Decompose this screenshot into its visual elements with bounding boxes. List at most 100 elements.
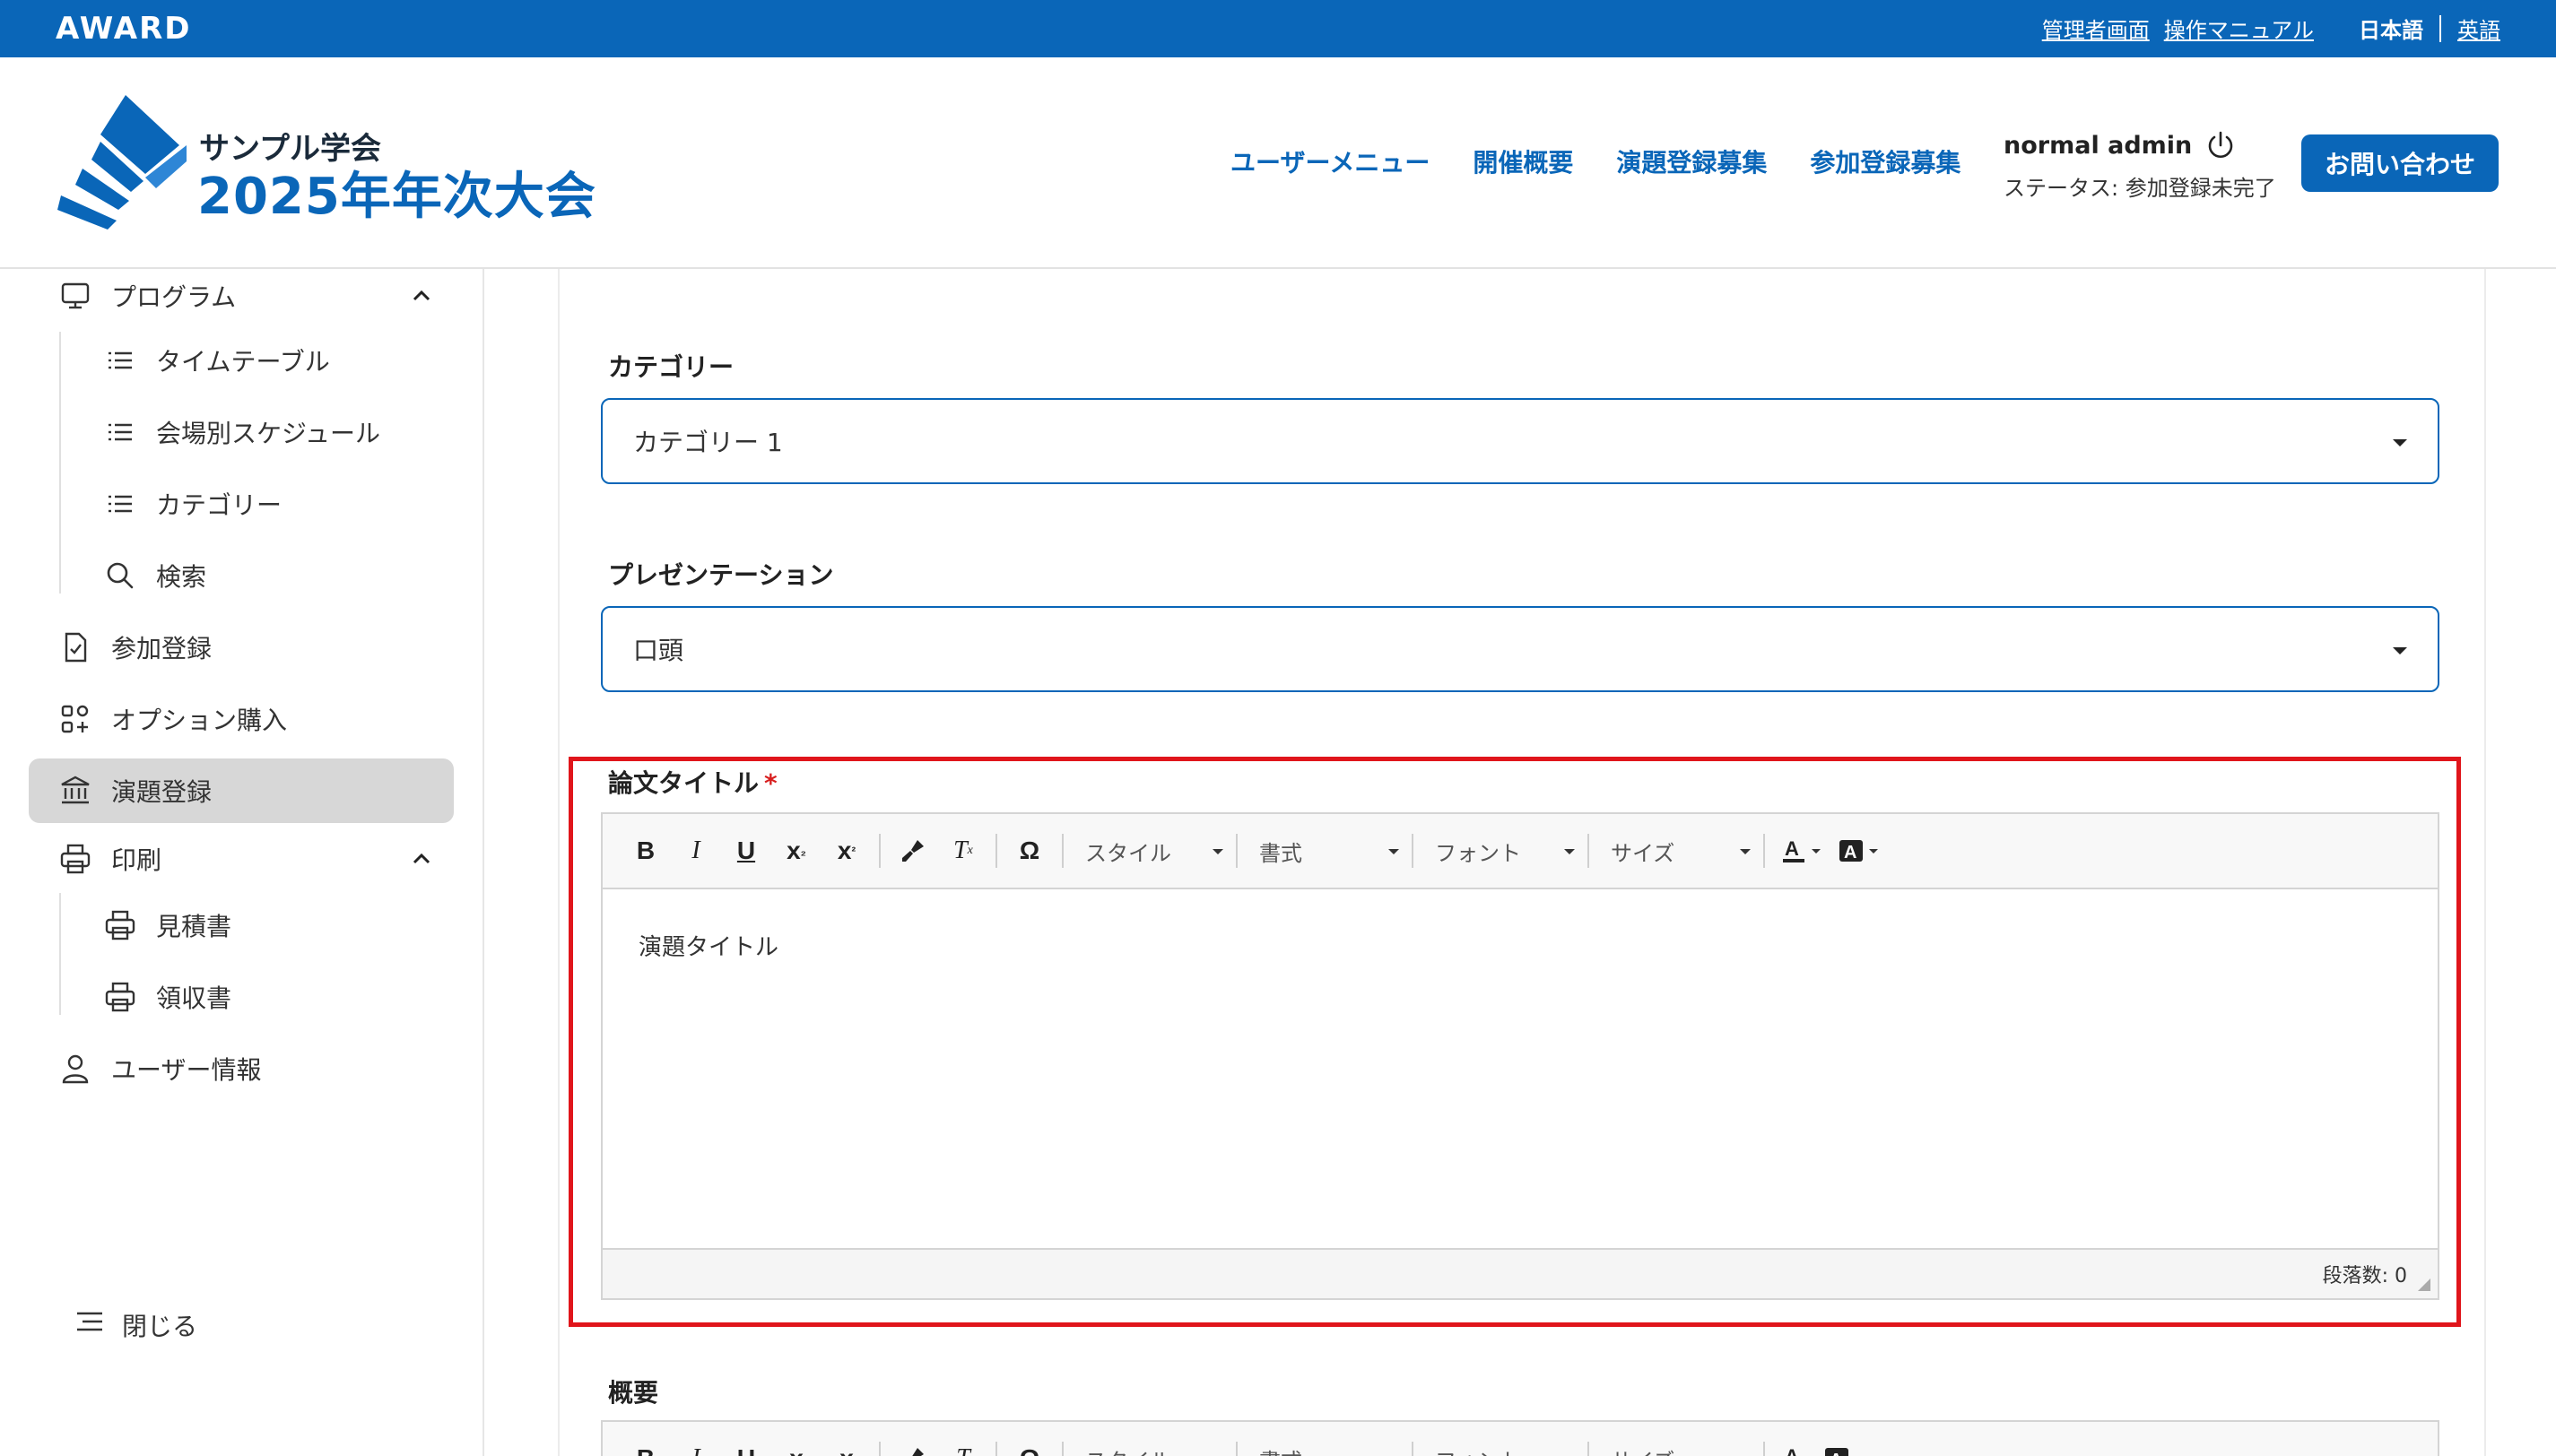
sidebar-item-user-info[interactable]: ユーザー情報 [29, 1036, 454, 1101]
sidebar-item-label: 領収書 [156, 984, 232, 1013]
sidebar-item-estimate[interactable]: 見積書 [29, 893, 454, 958]
toolbar-separator [1412, 1442, 1413, 1456]
superscript-button[interactable]: x² [822, 826, 872, 876]
document-check-icon [56, 628, 95, 667]
font-combo[interactable]: フォント [1421, 1434, 1580, 1456]
format-combo-label: 書式 [1259, 1443, 1302, 1456]
resize-grip-icon[interactable] [2416, 1277, 2430, 1291]
style-combo-label: スタイル [1085, 1443, 1171, 1456]
toolbar-separator [1236, 834, 1238, 868]
background-color-button[interactable]: A [1830, 826, 1887, 876]
format-painter-icon[interactable] [888, 1434, 938, 1456]
category-select[interactable]: カテゴリー 1 [601, 398, 2439, 484]
lang-ja[interactable]: 日本語 [2359, 13, 2423, 44]
remove-format-button[interactable]: T [938, 1434, 988, 1456]
user-icon [56, 1049, 95, 1088]
list-icon [100, 341, 140, 380]
nav-overview[interactable]: 開催概要 [1473, 143, 1573, 179]
title-editor-content[interactable]: 演題タイトル [603, 889, 2438, 1248]
sidebar-close-button[interactable]: 閉じる [74, 1305, 197, 1344]
sidebar-item-print[interactable]: 印刷 [29, 827, 454, 891]
special-character-omega-icon[interactable]: Ω [1004, 1434, 1055, 1456]
size-combo[interactable]: サイズ [1596, 826, 1756, 876]
manual-link[interactable]: 操作マニュアル [2164, 13, 2314, 44]
text-color-button[interactable]: A [1772, 826, 1830, 876]
nav-registration-call[interactable]: 参加登録募集 [1810, 143, 1960, 179]
toolbar-separator [1587, 1442, 1589, 1456]
superscript-button[interactable]: x [822, 1434, 872, 1456]
italic-button[interactable]: I [671, 1434, 721, 1456]
required-mark: * [764, 768, 778, 798]
sidebar-item-receipt[interactable]: 領収書 [29, 965, 454, 1029]
format-painter-icon[interactable] [888, 826, 938, 876]
size-combo-label: サイズ [1611, 840, 1675, 866]
site-header: サンプル学会 2025年年次大会 ユーザーメニュー 開催概要 演題登録募集 参加… [0, 57, 2556, 269]
sidebar-item-category[interactable]: カテゴリー [29, 472, 454, 536]
style-combo[interactable]: スタイル [1071, 1434, 1229, 1456]
society-logo-icon[interactable] [56, 91, 190, 235]
toolbar-separator [879, 834, 881, 868]
sidebar-item-label: 印刷 [111, 845, 162, 875]
presentation-select[interactable]: 口頭 [601, 606, 2439, 692]
sidebar-item-label: 検索 [156, 562, 207, 592]
special-character-omega-icon[interactable]: Ω [1004, 826, 1055, 876]
printer-icon [100, 977, 140, 1017]
bold-button[interactable]: B [621, 1434, 671, 1456]
bold-button[interactable]: B [621, 826, 671, 876]
printer-icon [100, 906, 140, 945]
admin-link[interactable]: 管理者画面 [2042, 13, 2150, 44]
summary-label: 概要 [608, 1378, 659, 1408]
sidebar-item-label: カテゴリー [156, 490, 283, 520]
toolbar-separator [995, 834, 997, 868]
subscript-button[interactable]: x₂ [771, 826, 822, 876]
format-combo[interactable]: 書式 [1245, 1434, 1404, 1456]
underline-button[interactable]: U [721, 826, 771, 876]
category-label: カテゴリー [608, 352, 735, 382]
list-icon [100, 412, 140, 452]
presentation-select-value: 口頭 [633, 636, 684, 665]
sidebar-item-label: 参加登録 [111, 634, 213, 663]
subscript-button[interactable]: x [771, 1434, 822, 1456]
main-nav: ユーザーメニュー 開催概要 演題登録募集 参加登録募集 [1230, 143, 2004, 179]
style-combo-label: スタイル [1085, 840, 1171, 866]
dropdown-caret-icon [1564, 849, 1575, 854]
logout-power-icon[interactable] [2204, 129, 2237, 161]
chevron-up-icon[interactable] [409, 283, 434, 308]
institution-icon [56, 771, 95, 810]
background-color-button[interactable]: A [1815, 1434, 1858, 1456]
remove-format-button[interactable]: Tx [938, 826, 988, 876]
sidebar-item-abstract-registration[interactable]: 演題登録 [29, 758, 454, 823]
sidebar-item-label: オプション購入 [111, 706, 288, 735]
sidebar-item-option-purchase[interactable]: オプション購入 [29, 687, 454, 751]
monitor-icon [56, 276, 95, 316]
sidebar-item-venue-schedule[interactable]: 会場別スケジュール [29, 400, 454, 464]
dropdown-caret-icon [1869, 848, 1878, 854]
background-color-icon: A [1839, 840, 1863, 862]
size-combo-label: サイズ [1611, 1443, 1674, 1456]
underline-button[interactable]: U [721, 1434, 771, 1456]
sidebar-item-registration[interactable]: 参加登録 [29, 615, 454, 680]
italic-button[interactable]: I [671, 826, 721, 876]
lang-en-link[interactable]: 英語 [2457, 13, 2500, 44]
font-combo[interactable]: フォント [1421, 826, 1580, 876]
font-combo-label: フォント [1435, 1443, 1521, 1456]
logo-title: 2025年年次大会 [197, 168, 596, 226]
dropdown-caret-icon [1740, 849, 1751, 854]
printer-icon [56, 839, 95, 879]
contact-button[interactable]: お問い合わせ [2301, 134, 2499, 192]
text-color-button[interactable]: A [1772, 1434, 1815, 1456]
sidebar-item-program[interactable]: プログラム [29, 264, 454, 328]
svg-text:A: A [1844, 843, 1856, 862]
sidebar-item-timetable[interactable]: タイムテーブル [29, 328, 454, 393]
sidebar-item-search[interactable]: 検索 [29, 543, 454, 608]
size-combo[interactable]: サイズ [1596, 1434, 1756, 1456]
nav-abstract-call[interactable]: 演題登録募集 [1616, 143, 1767, 179]
dropdown-caret-icon [1388, 849, 1399, 854]
brand-logo-text: AWARD [56, 11, 192, 47]
chevron-up-icon[interactable] [409, 846, 434, 871]
style-combo[interactable]: スタイル [1071, 826, 1229, 876]
nav-user-menu[interactable]: ユーザーメニュー [1230, 143, 1430, 179]
toolbar-separator [995, 1442, 997, 1456]
sidebar-item-label: タイムテーブル [156, 347, 330, 377]
format-combo[interactable]: 書式 [1245, 826, 1404, 876]
